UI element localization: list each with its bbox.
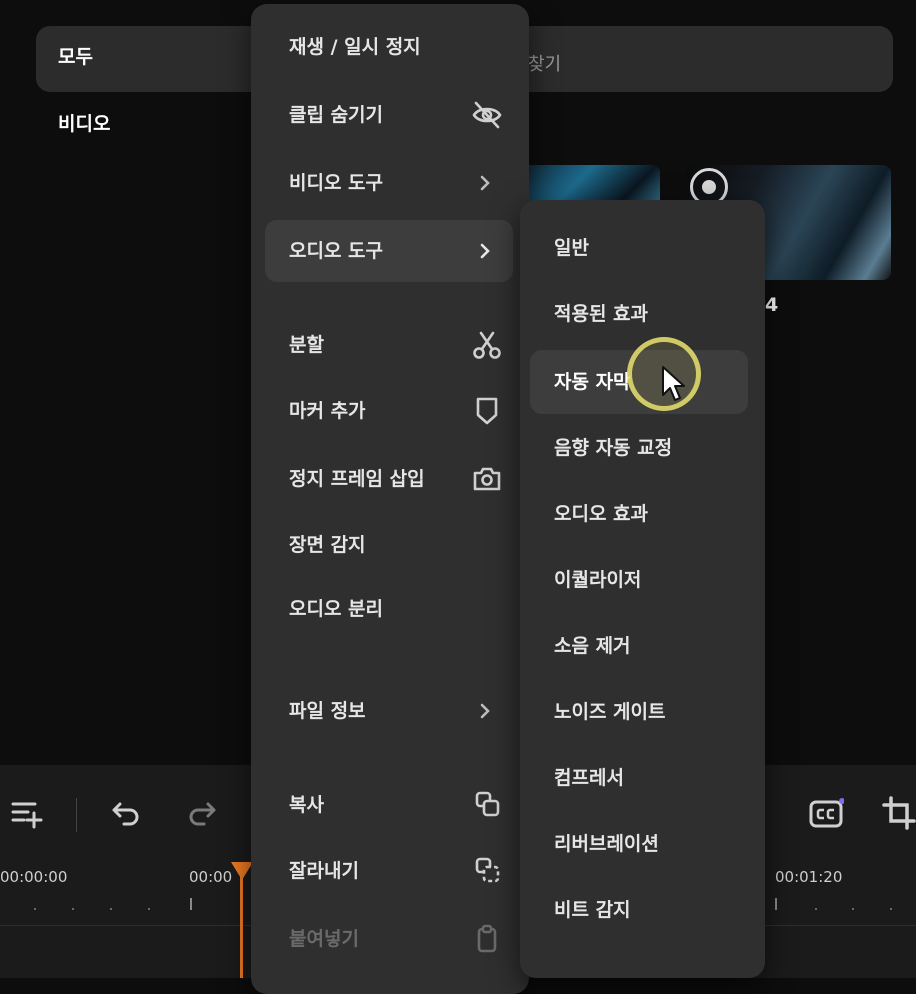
submenu-item-label: 적용된 효과 — [554, 303, 649, 325]
submenu-item-label: 오디오 효과 — [554, 503, 649, 525]
submenu-item-auto-audio-correction[interactable]: 음향 자동 교정 — [530, 416, 748, 480]
ruler-dot — [148, 908, 150, 910]
ruler-dot — [110, 908, 112, 910]
toolbar-divider — [76, 798, 77, 832]
submenu-item-applied-effects[interactable]: 적용된 효과 — [530, 282, 748, 346]
ruler-dot — [815, 908, 817, 910]
menu-item-label: 정지 프레임 삽입 — [289, 468, 425, 490]
submenu-item-label: 소음 제거 — [554, 635, 631, 657]
cut-icon — [471, 855, 503, 887]
menu-item-add-marker[interactable]: 마커 추가 — [265, 380, 513, 442]
ruler-dot — [72, 908, 74, 910]
submenu-item-general[interactable]: 일반 — [530, 216, 748, 280]
submenu-item-noise-gate[interactable]: 노이즈 게이트 — [530, 680, 748, 744]
menu-item-copy[interactable]: 복사 — [265, 774, 513, 836]
menu-item-detach-audio[interactable]: 오디오 분리 — [265, 578, 513, 640]
menu-item-label: 오디오 도구 — [289, 240, 384, 262]
submenu-item-reverberation[interactable]: 리버브레이션 — [530, 812, 748, 876]
redo-icon[interactable] — [186, 798, 218, 830]
submenu-item-equalizer[interactable]: 이퀄라이저 — [530, 548, 748, 612]
menu-item-label: 붙여넣기 — [289, 928, 359, 950]
submenu-item-label: 노이즈 게이트 — [554, 701, 666, 723]
crop-icon[interactable] — [882, 796, 916, 830]
chevron-right-icon — [480, 243, 490, 259]
scissors-icon — [471, 329, 503, 361]
menu-item-label: 비디오 도구 — [289, 172, 384, 194]
undo-icon[interactable] — [110, 798, 142, 830]
context-menu: 재생 / 일시 정지 클립 숨기기 비디오 도구 오디오 도구 분할 마커 추가… — [251, 4, 529, 994]
ruler-dot — [890, 908, 892, 910]
copy-icon — [471, 789, 503, 821]
menu-item-label: 분할 — [289, 334, 324, 356]
timecode-label: 00:00:00 — [0, 868, 68, 886]
add-track-icon[interactable] — [10, 798, 44, 830]
playhead[interactable] — [240, 875, 243, 978]
menu-item-paste[interactable]: 붙여넣기 — [265, 908, 513, 970]
submenu-item-label: 자동 자막 — [554, 371, 631, 393]
ruler-dot — [34, 908, 36, 910]
menu-item-scene-detect[interactable]: 장면 감지 — [265, 514, 513, 576]
menu-item-insert-freeze-frame[interactable]: 정지 프레임 삽입 — [265, 448, 513, 510]
captions-icon[interactable] — [808, 798, 844, 830]
category-video[interactable]: 비디오 — [58, 109, 110, 136]
marker-icon — [471, 395, 503, 427]
submenu-item-noise-removal[interactable]: 소음 제거 — [530, 614, 748, 678]
paste-icon — [471, 923, 503, 955]
menu-item-label: 클립 숨기기 — [289, 104, 384, 126]
menu-item-label: 복사 — [289, 794, 324, 816]
clip-number: 4 — [765, 294, 779, 316]
timecode-label: 00:01:20 — [775, 868, 843, 886]
menu-item-hide-clip[interactable]: 클립 숨기기 — [265, 84, 513, 146]
submenu-item-label: 비트 감지 — [554, 899, 631, 921]
menu-item-label: 잘라내기 — [289, 860, 359, 882]
menu-item-split[interactable]: 분할 — [265, 314, 513, 376]
timecode-label: 00:00 — [189, 868, 233, 886]
menu-item-audio-tools[interactable]: 오디오 도구 — [265, 220, 513, 282]
ruler-dot — [852, 908, 854, 910]
submenu-item-label: 일반 — [554, 237, 589, 259]
submenu-item-label: 리버브레이션 — [554, 833, 659, 855]
submenu-item-label: 이퀄라이저 — [554, 569, 642, 591]
submenu-item-compressor[interactable]: 컴프레서 — [530, 746, 748, 810]
chevron-right-icon — [480, 703, 490, 719]
menu-item-label: 마커 추가 — [289, 400, 366, 422]
eye-off-icon — [471, 99, 503, 131]
menu-item-label: 오디오 분리 — [289, 598, 384, 620]
submenu-item-beat-detection[interactable]: 비트 감지 — [530, 878, 748, 942]
menu-item-label: 재생 / 일시 정지 — [289, 36, 421, 58]
chevron-right-icon — [480, 175, 490, 191]
menu-item-video-tools[interactable]: 비디오 도구 — [265, 152, 513, 214]
submenu-item-audio-effects[interactable]: 오디오 효과 — [530, 482, 748, 546]
menu-item-play-pause[interactable]: 재생 / 일시 정지 — [265, 16, 513, 78]
camera-icon — [471, 463, 503, 495]
ruler-tick — [775, 898, 777, 910]
audio-tools-submenu: 일반 적용된 효과 자동 자막 음향 자동 교정 오디오 효과 이퀄라이저 소음… — [520, 200, 765, 978]
mouse-cursor-icon — [662, 366, 685, 401]
search-input[interactable]: 찾기 — [528, 50, 561, 76]
menu-item-label: 장면 감지 — [289, 534, 366, 556]
submenu-item-label: 컴프레서 — [554, 767, 624, 789]
menu-item-file-info[interactable]: 파일 정보 — [265, 680, 513, 742]
submenu-item-label: 음향 자동 교정 — [554, 437, 673, 459]
filter-all-tab[interactable]: 모두 — [58, 42, 93, 69]
menu-item-cut[interactable]: 잘라내기 — [265, 840, 513, 902]
menu-item-label: 파일 정보 — [289, 700, 366, 722]
ruler-tick — [190, 898, 192, 910]
